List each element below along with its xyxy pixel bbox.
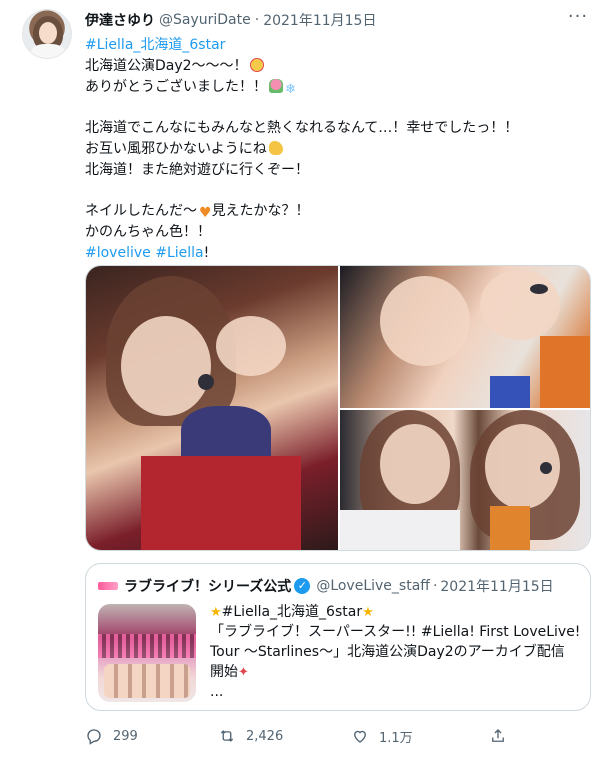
photo-2[interactable]: [340, 266, 590, 408]
tweet-date[interactable]: 2021年11月15日: [263, 10, 376, 30]
verified-badge-icon: ✓: [294, 578, 311, 594]
smiling-face-with-hearts-icon: [249, 57, 264, 72]
media-grid: [85, 265, 591, 551]
retweet-button[interactable]: 2,426: [218, 727, 283, 745]
headset-mic: [198, 374, 214, 390]
share-button[interactable]: [489, 727, 517, 745]
avatar-face: [39, 22, 57, 44]
like-count: 1.1万: [379, 730, 413, 746]
reply-count: 299: [113, 728, 138, 744]
photo-3[interactable]: [340, 410, 590, 550]
quote-line: 「ラブライブ！スーパースター!! #Liella! First LoveLive…: [210, 624, 581, 640]
headset-mic: [540, 462, 552, 474]
photo-face: [380, 276, 470, 366]
quote-author-avatar: [98, 582, 118, 590]
tweet-line: 北海道でこんなにもみんなと熱くなれるなんて…！幸せでしたっ！！: [85, 120, 519, 137]
tweet-line: かのんちゃん色！！: [85, 224, 211, 241]
photo-costume: [340, 510, 460, 550]
quote-author-name: ラブライブ！シリーズ公式: [124, 579, 292, 595]
photo-costume: [141, 456, 301, 550]
quote-header: ラブライブ！シリーズ公式 ✓ @LoveLive_staff · 2021年11…: [98, 576, 554, 596]
author-handle[interactable]: @SayuriDate: [159, 12, 251, 28]
quote-line: ...: [210, 684, 224, 700]
quote-line: #Liella_北海道_6star: [221, 604, 363, 620]
avatar-body: [31, 44, 65, 58]
retweet-count: 2,426: [246, 728, 284, 744]
hashtag-link[interactable]: #Liella: [155, 245, 203, 261]
photo-ribbon: [490, 376, 530, 408]
reply-button[interactable]: 299: [85, 727, 138, 745]
retweet-icon: [220, 730, 234, 742]
tweet-actions: 299 2,426 1.1万: [85, 722, 591, 750]
quote-date: 2021年11月15日: [440, 579, 554, 595]
photo-hand: [216, 316, 286, 376]
photo-face: [480, 270, 560, 340]
quote-author-handle: @LoveLive_staff: [316, 578, 430, 594]
tweet-line: 北海道！また絶対遊びに行くぞー！: [85, 161, 309, 178]
orange-heart-icon: ♥: [199, 205, 212, 222]
reply-icon: [87, 729, 101, 745]
tweet-line: 北海道公演Day2〜〜〜！: [85, 57, 248, 74]
quote-separator: ·: [432, 578, 438, 594]
headset-mic: [530, 284, 548, 294]
hashtag-link[interactable]: #lovelive: [85, 245, 151, 261]
photo-face: [380, 424, 450, 504]
thumbnail-stage: [98, 634, 196, 658]
photo-1[interactable]: [86, 266, 338, 550]
quote-line: Tour 〜Starlines〜」北海道公演Day2のアーカイブ配信: [210, 644, 565, 660]
more-options-icon[interactable]: ···: [567, 8, 589, 30]
snowflake-icon: ❄: [285, 81, 296, 97]
party-popper-icon: ✦: [238, 665, 249, 680]
heart-icon: [354, 730, 366, 743]
author-avatar[interactable]: [22, 9, 72, 59]
like-button[interactable]: 1.1万: [351, 727, 413, 746]
tweet-line: ありがとうございました！！: [85, 78, 267, 95]
photo-face: [121, 316, 211, 416]
tweet-header: 伊達さゆり @SayuriDate · 2021年11月15日: [85, 10, 589, 30]
photo-ribbon: [490, 506, 530, 550]
quoted-tweet[interactable]: ラブライブ！シリーズ公式 ✓ @LoveLive_staff · 2021年11…: [85, 563, 591, 711]
quote-line: 開始: [210, 664, 238, 680]
header-separator: ·: [254, 12, 260, 28]
hashtag-link[interactable]: #Liella_北海道_6star: [85, 37, 225, 53]
tweet-line: ネイルしたんだ〜: [85, 203, 197, 220]
tulip-icon: [269, 78, 283, 93]
tweet-text: #Liella_北海道_6star 北海道公演Day2〜〜〜！ ありがとうござい…: [85, 35, 585, 264]
quote-text: ★#Liella_北海道_6star★ 「ラブライブ！スーパースター!! #Li…: [210, 602, 582, 702]
photo-ribbon: [540, 336, 590, 408]
tweet-line: !: [203, 244, 210, 261]
flexed-biceps-icon: [268, 140, 283, 155]
tweet-line: お互い風邪ひかないようにね: [85, 140, 267, 157]
tweet-line: 見えたかな？！: [211, 203, 310, 220]
author-name[interactable]: 伊達さゆり: [85, 10, 155, 30]
thumbnail-people: [104, 664, 190, 698]
quote-thumbnail: [98, 604, 196, 702]
sparkle-star-icon: ★: [362, 605, 374, 620]
sparkle-star-icon: ★: [210, 605, 222, 620]
share-icon: [492, 729, 504, 742]
